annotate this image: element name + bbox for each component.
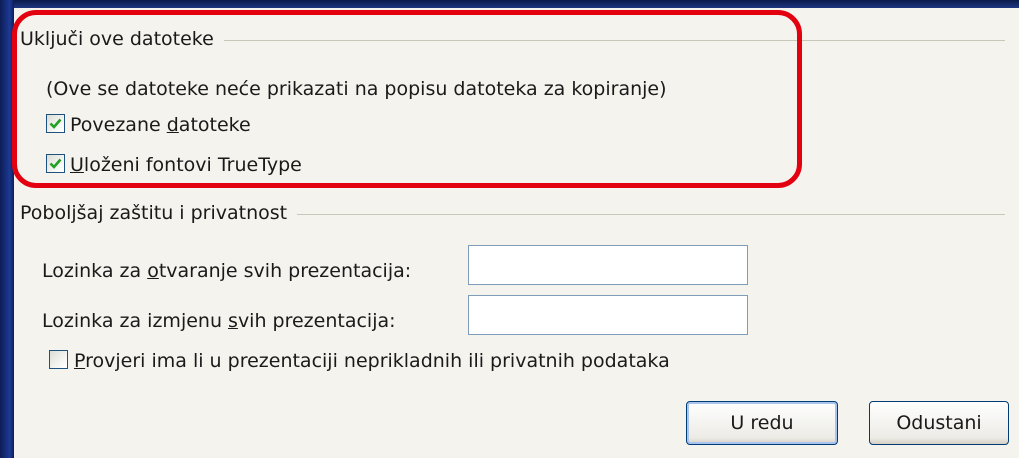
modify-password-input[interactable] <box>468 295 748 335</box>
ok-button[interactable]: U redu <box>686 401 838 445</box>
include-group-note: (Ove se datoteke neće prikazati na popis… <box>46 78 667 100</box>
open-password-input[interactable] <box>468 245 748 285</box>
embedded-fonts-checkbox[interactable] <box>46 154 65 173</box>
window-left-border <box>0 0 14 458</box>
include-group-title: Uključi ove datoteke <box>20 28 224 50</box>
open-password-label: Lozinka za otvaranje svih prezentacija: <box>42 260 412 282</box>
privacy-group-title: Poboljšaj zaštitu i privatnost <box>20 202 298 224</box>
inspect-document-label[interactable]: Provjeri ima li u prezentaciji nepriklad… <box>74 350 670 372</box>
embedded-fonts-label[interactable]: Uloženi fontovi TrueType <box>70 154 302 176</box>
linked-files-label[interactable]: Povezane datoteke <box>70 114 251 136</box>
cancel-button[interactable]: Odustani <box>869 401 1009 445</box>
window-top-border <box>0 0 1019 8</box>
checkmark-icon <box>49 118 62 129</box>
modify-password-label: Lozinka za izmjenu svih prezentacija: <box>42 310 396 332</box>
linked-files-checkbox[interactable] <box>46 114 65 133</box>
save-options-dialog: Uključi ove datoteke (Ove se datoteke ne… <box>14 8 1019 458</box>
checkmark-icon <box>49 158 62 169</box>
inspect-document-checkbox[interactable] <box>49 350 68 369</box>
